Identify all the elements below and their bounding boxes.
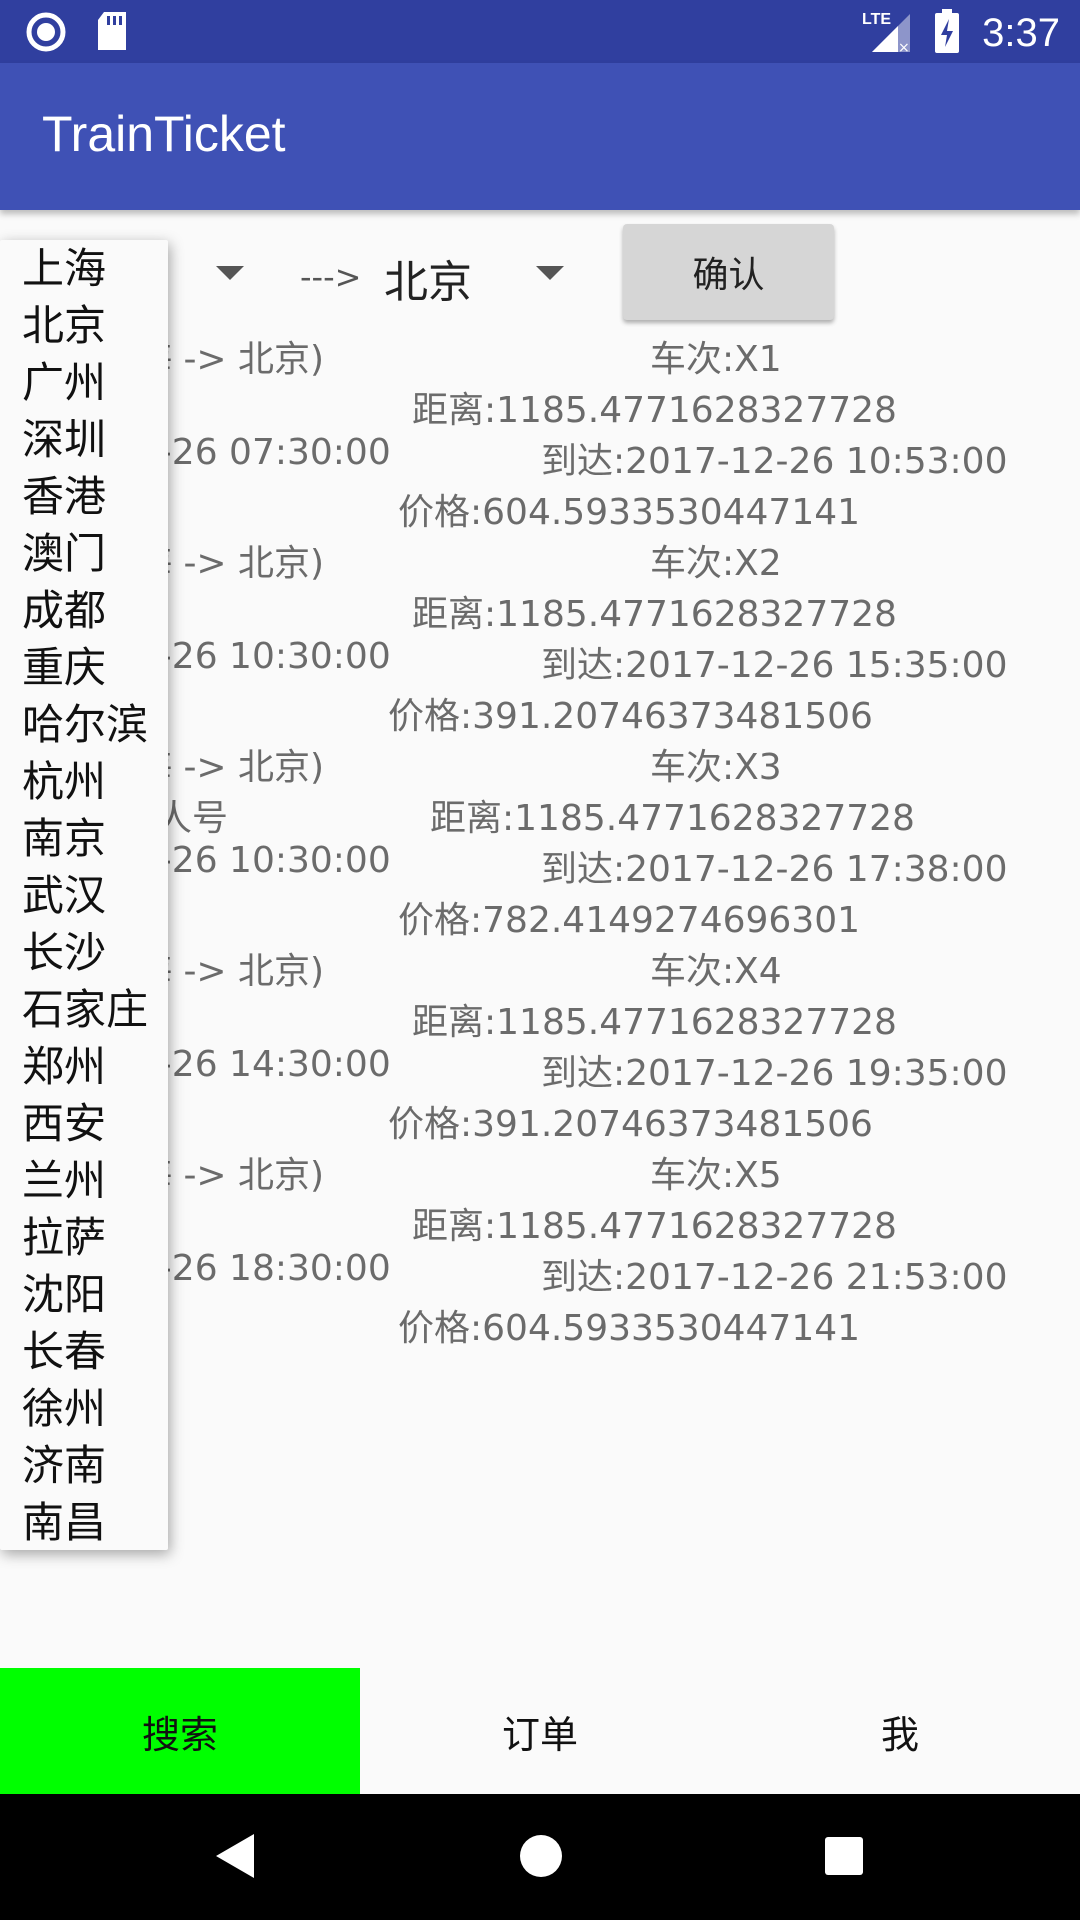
from-spinner-chevron-down-icon (216, 266, 244, 280)
dropdown-item[interactable]: 北京 (0, 297, 168, 354)
route-arrow-text: ---> (300, 258, 362, 296)
to-city-spinner[interactable]: 北京 (370, 210, 570, 330)
dropdown-item[interactable]: 杭州 (0, 753, 168, 810)
dropdown-item[interactable]: 深圳 (0, 411, 168, 468)
dropdown-item[interactable]: 南昌 (0, 1494, 168, 1550)
dropdown-item[interactable]: 澳门 (0, 525, 168, 582)
network-label: LTE (862, 11, 891, 28)
ticket-distance: 距离:1185.4771628327728 (412, 390, 897, 431)
dropdown-item[interactable]: 长春 (0, 1323, 168, 1380)
status-time: 3:37 (982, 10, 1060, 55)
tab-me[interactable]: 我 (720, 1668, 1080, 1794)
ticket-distance: 距离:1185.4771628327728 (430, 798, 915, 839)
status-bar: LTE × 3:37 (0, 0, 1080, 63)
app-bar: TrainTicket (0, 63, 1080, 210)
confirm-button[interactable]: 确认 (623, 224, 834, 320)
recents-icon[interactable] (824, 1836, 864, 1880)
dropdown-item[interactable]: 兰州 (0, 1152, 168, 1209)
ticket-arrive-time: 到达:2017-12-26 21:53:00 (541, 1257, 1008, 1298)
dropdown-item[interactable]: 拉萨 (0, 1209, 168, 1266)
ticket-price: 价格:782.4149274696301 (398, 900, 861, 941)
ticket-train-number: 车次:X5 (650, 1155, 782, 1196)
from-city-dropdown: 上海 北京 广州 深圳 香港 澳门 成都 重庆 哈尔滨 杭州 南京 武汉 长沙 … (0, 240, 168, 1550)
dropdown-item[interactable]: 西安 (0, 1095, 168, 1152)
ticket-distance: 距离:1185.4771628327728 (412, 1002, 897, 1043)
dropdown-item[interactable]: 郑州 (0, 1038, 168, 1095)
ticket-train-number: 车次:X4 (650, 951, 782, 992)
to-spinner-chevron-down-icon (536, 266, 564, 280)
ticket-price: 价格:604.5933530447141 (398, 1308, 861, 1349)
tab-orders[interactable]: 订单 (360, 1668, 720, 1794)
ticket-train-number: 车次:X2 (650, 543, 782, 584)
ticket-arrive-time: 到达:2017-12-26 15:35:00 (541, 645, 1008, 686)
ticket-arrive-time: 到达:2017-12-26 19:35:00 (541, 1053, 1008, 1094)
tab-search[interactable]: 搜索 (0, 1668, 360, 1794)
dropdown-item[interactable]: 长沙 (0, 924, 168, 981)
ticket-price: 价格:391.20746373481506 (388, 1104, 873, 1145)
dropdown-item[interactable]: 南京 (0, 810, 168, 867)
dropdown-item[interactable]: 成都 (0, 582, 168, 639)
home-icon[interactable] (518, 1833, 564, 1883)
svg-text:×: × (898, 40, 910, 54)
sd-card-icon (96, 12, 128, 56)
dropdown-item[interactable]: 济南 (0, 1437, 168, 1494)
ticket-distance: 距离:1185.4771628327728 (412, 594, 897, 635)
bottom-nav: 搜索 订单 我 (0, 1668, 1080, 1794)
lte-signal-icon: LTE × (862, 8, 912, 58)
battery-charging-icon (934, 9, 960, 57)
dropdown-item[interactable]: 重庆 (0, 639, 168, 696)
dropdown-item[interactable]: 广州 (0, 354, 168, 411)
ticket-arrive-time: 到达:2017-12-26 10:53:00 (541, 441, 1008, 482)
dropdown-item[interactable]: 上海 (0, 240, 168, 297)
back-icon[interactable] (214, 1832, 256, 1884)
ticket-distance: 距离:1185.4771628327728 (412, 1206, 897, 1247)
dropdown-item[interactable]: 武汉 (0, 867, 168, 924)
ticket-arrive-time: 到达:2017-12-26 17:38:00 (541, 849, 1008, 890)
dropdown-item[interactable]: 哈尔滨 (0, 696, 168, 753)
ticket-price: 价格:391.20746373481506 (388, 696, 873, 737)
dropdown-item[interactable]: 石家庄 (0, 981, 168, 1038)
app-title: TrainTicket (42, 106, 286, 162)
to-city-value: 北京 (384, 257, 472, 308)
dropdown-item[interactable]: 徐州 (0, 1380, 168, 1437)
ticket-train-number: 车次:X3 (650, 747, 782, 788)
ticket-train-number: 车次:X1 (650, 339, 782, 380)
dropdown-item[interactable]: 沈阳 (0, 1266, 168, 1323)
dropdown-item[interactable]: 香港 (0, 468, 168, 525)
ticket-price: 价格:604.5933530447141 (398, 492, 861, 533)
notification-circle-icon (26, 12, 66, 56)
system-nav-bar (0, 1794, 1080, 1920)
